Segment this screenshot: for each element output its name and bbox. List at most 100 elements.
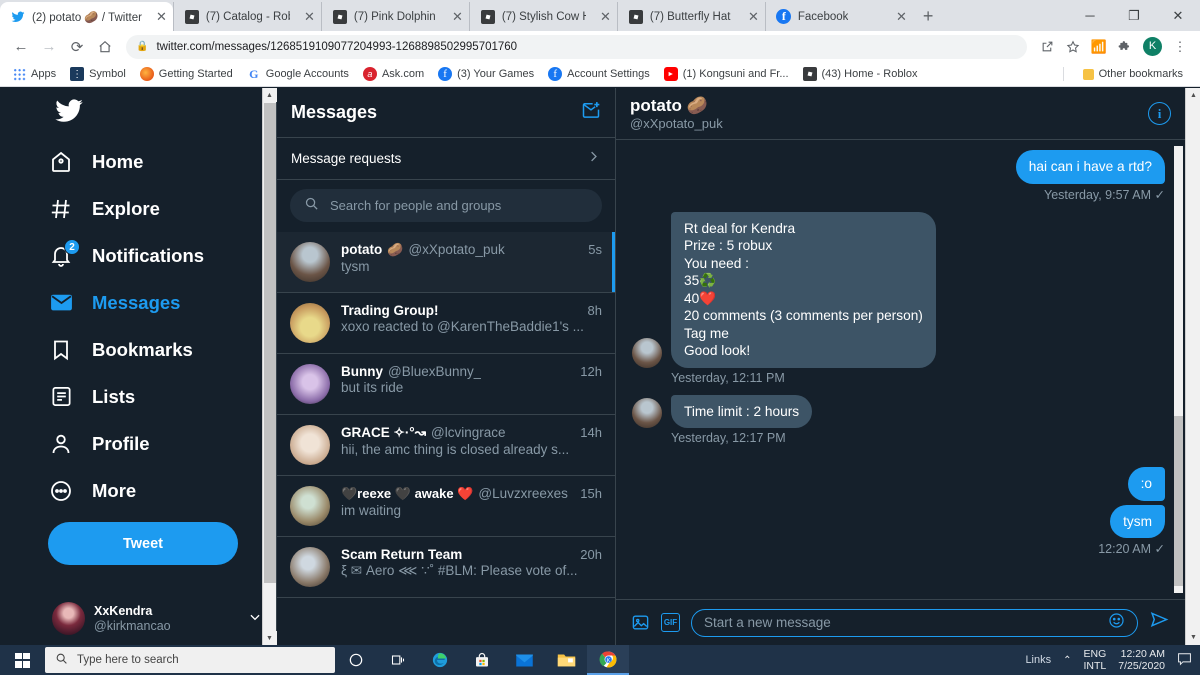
new-message-icon[interactable] bbox=[581, 100, 601, 125]
tab-close-icon[interactable]: ✕ bbox=[740, 9, 759, 25]
conversation-handle: @Luvzxreexes bbox=[478, 486, 568, 501]
thread-scrollbar[interactable] bbox=[1174, 146, 1183, 593]
ask-icon: a bbox=[362, 67, 377, 81]
browser-tab-twitter[interactable]: (2) potato 🥔 / Twitter ✕ bbox=[0, 2, 173, 31]
browser-tab-catalog[interactable]: (7) Catalog - Roblox ✕ bbox=[172, 2, 321, 31]
bookmark-account-settings[interactable]: f Account Settings bbox=[541, 65, 657, 83]
chrome-icon[interactable]: K bbox=[587, 645, 629, 675]
clock[interactable]: 12:20 AM 7/25/2020 bbox=[1118, 648, 1165, 672]
home-icon bbox=[48, 149, 74, 175]
taskbar-links-label[interactable]: Links bbox=[1025, 654, 1051, 666]
conversation-item-trading-group[interactable]: Trading Group! 8h xoxo reacted to @Karen… bbox=[277, 293, 615, 354]
scrollbar-thumb[interactable] bbox=[1174, 416, 1183, 586]
cast-icon[interactable]: 📶 bbox=[1087, 35, 1111, 59]
search-input[interactable] bbox=[330, 198, 588, 213]
browser-tab-facebook[interactable]: f Facebook ✕ bbox=[764, 2, 913, 31]
windows-start-icon[interactable] bbox=[0, 645, 45, 675]
sidebar-item-bookmarks[interactable]: Bookmarks bbox=[48, 326, 262, 373]
page-scrollbar-left[interactable]: ▲ ▼ bbox=[262, 88, 277, 645]
taskbar-search[interactable]: Type here to search bbox=[45, 647, 335, 673]
message-requests-row[interactable]: Message requests bbox=[277, 138, 615, 180]
account-handle: @kirkmancao bbox=[94, 618, 171, 633]
sidebar-item-messages[interactable]: Messages bbox=[48, 279, 262, 326]
address-bar[interactable]: 🔒 twitter.com/messages/12685191090772049… bbox=[126, 34, 1027, 59]
tweet-button[interactable]: Tweet bbox=[48, 522, 238, 565]
message-bubble-outgoing: hai can i have a rtd? bbox=[1015, 150, 1165, 184]
chevron-down-icon[interactable] bbox=[248, 610, 262, 627]
bookmark-google-accounts[interactable]: G Google Accounts bbox=[240, 65, 356, 83]
bookmark-getting-started[interactable]: Getting Started bbox=[133, 65, 240, 83]
back-button[interactable]: ← bbox=[8, 34, 34, 60]
browser-tab-pink-dolphin[interactable]: (7) Pink Dolphin - Roblo ✕ bbox=[320, 2, 469, 31]
tab-close-icon[interactable]: ✕ bbox=[296, 9, 315, 25]
task-view-icon[interactable] bbox=[377, 645, 419, 675]
home-button[interactable] bbox=[92, 34, 118, 60]
conversation-item-reexe[interactable]: 🖤reexe 🖤 awake ❤️ @Luvzxreexes 15h im wa… bbox=[277, 476, 615, 537]
sidebar-item-lists[interactable]: Lists bbox=[48, 373, 262, 420]
tab-title: Facebook bbox=[797, 10, 849, 23]
tab-title: (7) Catalog - Roblox bbox=[205, 10, 290, 23]
notification-icon[interactable] bbox=[1177, 652, 1192, 669]
bookmark-kongsuni[interactable]: ► (1) Kongsuni and Fr... bbox=[657, 65, 796, 83]
maximize-button[interactable]: ❐ bbox=[1112, 0, 1156, 31]
page-scrollbar-right[interactable]: ▲ ▼ bbox=[1185, 88, 1200, 645]
sidebar-item-notifications[interactable]: 2 Notifications bbox=[48, 232, 262, 279]
profile-avatar[interactable]: K bbox=[1143, 37, 1162, 56]
sidebar-item-explore[interactable]: Explore bbox=[48, 185, 262, 232]
send-icon[interactable] bbox=[1149, 609, 1170, 636]
bookmark-ask[interactable]: a Ask.com bbox=[356, 65, 431, 83]
mail-icon[interactable] bbox=[503, 645, 545, 675]
forward-button[interactable]: → bbox=[36, 34, 62, 60]
bookmark-your-games[interactable]: f (3) Your Games bbox=[431, 65, 541, 83]
conversation-time: 8h bbox=[587, 303, 602, 318]
delivered-check-icon: ✓ bbox=[1154, 187, 1165, 202]
share-icon[interactable] bbox=[1035, 35, 1059, 59]
account-switcher[interactable]: XxKendra @kirkmancao bbox=[48, 599, 266, 638]
message-input-wrapper[interactable] bbox=[691, 608, 1138, 637]
browser-tab-butterfly-hat[interactable]: (7) Butterfly Hat - Roblo ✕ bbox=[616, 2, 765, 31]
scroll-down-arrow-icon[interactable]: ▼ bbox=[1186, 630, 1200, 645]
browser-tab-stylish-cow-hat[interactable]: (7) Stylish Cow Hat - Ro ✕ bbox=[468, 2, 617, 31]
scroll-up-arrow-icon[interactable]: ▲ bbox=[1186, 88, 1200, 103]
conversation-item-grace[interactable]: GRACE ✧·°↝ @lcvingrace 14h hii, the amc … bbox=[277, 415, 615, 476]
language-indicator[interactable]: ENG INTL bbox=[1084, 648, 1107, 672]
bookmark-apps[interactable]: Apps bbox=[6, 66, 63, 83]
conversation-item-bunny[interactable]: Bunny @BluexBunny_ 12h but its ride bbox=[277, 354, 615, 415]
file-explorer-icon[interactable] bbox=[545, 645, 587, 675]
bookmark-home-roblox[interactable]: (43) Home - Roblox bbox=[796, 65, 925, 83]
chrome-menu-icon[interactable]: ⋮ bbox=[1168, 35, 1192, 59]
scrollbar-thumb[interactable] bbox=[264, 103, 276, 583]
gif-button[interactable]: GIF bbox=[661, 613, 680, 632]
tab-close-icon[interactable]: ✕ bbox=[148, 9, 167, 25]
close-window-button[interactable]: ✕ bbox=[1156, 0, 1200, 31]
sidebar-item-more[interactable]: More bbox=[48, 467, 262, 514]
info-icon[interactable]: i bbox=[1148, 102, 1171, 125]
tab-close-icon[interactable]: ✕ bbox=[592, 9, 611, 25]
microsoft-store-icon[interactable] bbox=[461, 645, 503, 675]
new-tab-button[interactable]: + bbox=[913, 6, 944, 31]
bookmark-symbol[interactable]: ⋮ Symbol bbox=[63, 65, 133, 83]
message-input[interactable] bbox=[704, 615, 1108, 630]
message-bubble-outgoing: tysm bbox=[1110, 504, 1165, 538]
tab-close-icon[interactable]: ✕ bbox=[888, 9, 907, 25]
cortana-icon[interactable] bbox=[335, 645, 377, 675]
twitter-bird-icon[interactable] bbox=[54, 96, 90, 132]
scroll-up-arrow-icon[interactable]: ▲ bbox=[262, 88, 277, 102]
sidebar-item-home[interactable]: Home bbox=[48, 138, 262, 185]
image-icon[interactable] bbox=[631, 613, 650, 632]
tray-expand-chevron-icon[interactable]: ⌃ bbox=[1063, 655, 1071, 666]
bookmark-star-icon[interactable] bbox=[1061, 35, 1085, 59]
conversation-item-potato[interactable]: potato 🥔 @xXpotato_puk 5s tysm bbox=[277, 232, 615, 293]
sidebar-item-profile[interactable]: Profile bbox=[48, 420, 262, 467]
extensions-puzzle-icon[interactable] bbox=[1113, 35, 1137, 59]
minimize-button[interactable]: ─ bbox=[1068, 0, 1112, 31]
emoji-smiley-icon[interactable] bbox=[1108, 612, 1125, 634]
search-box[interactable] bbox=[290, 189, 602, 222]
other-bookmarks-folder[interactable]: Other bookmarks bbox=[1076, 66, 1190, 82]
reload-button[interactable]: ⟳ bbox=[64, 34, 90, 60]
scroll-down-arrow-icon[interactable]: ▼ bbox=[262, 631, 277, 645]
tab-close-icon[interactable]: ✕ bbox=[444, 9, 463, 25]
conversation-item-scam-return-team[interactable]: Scam Return Team 20h ξ ✉ Aero ⋘ ∵˚ #BLM:… bbox=[277, 537, 615, 598]
edge-icon[interactable] bbox=[419, 645, 461, 675]
conversation-time: 15h bbox=[580, 486, 602, 501]
